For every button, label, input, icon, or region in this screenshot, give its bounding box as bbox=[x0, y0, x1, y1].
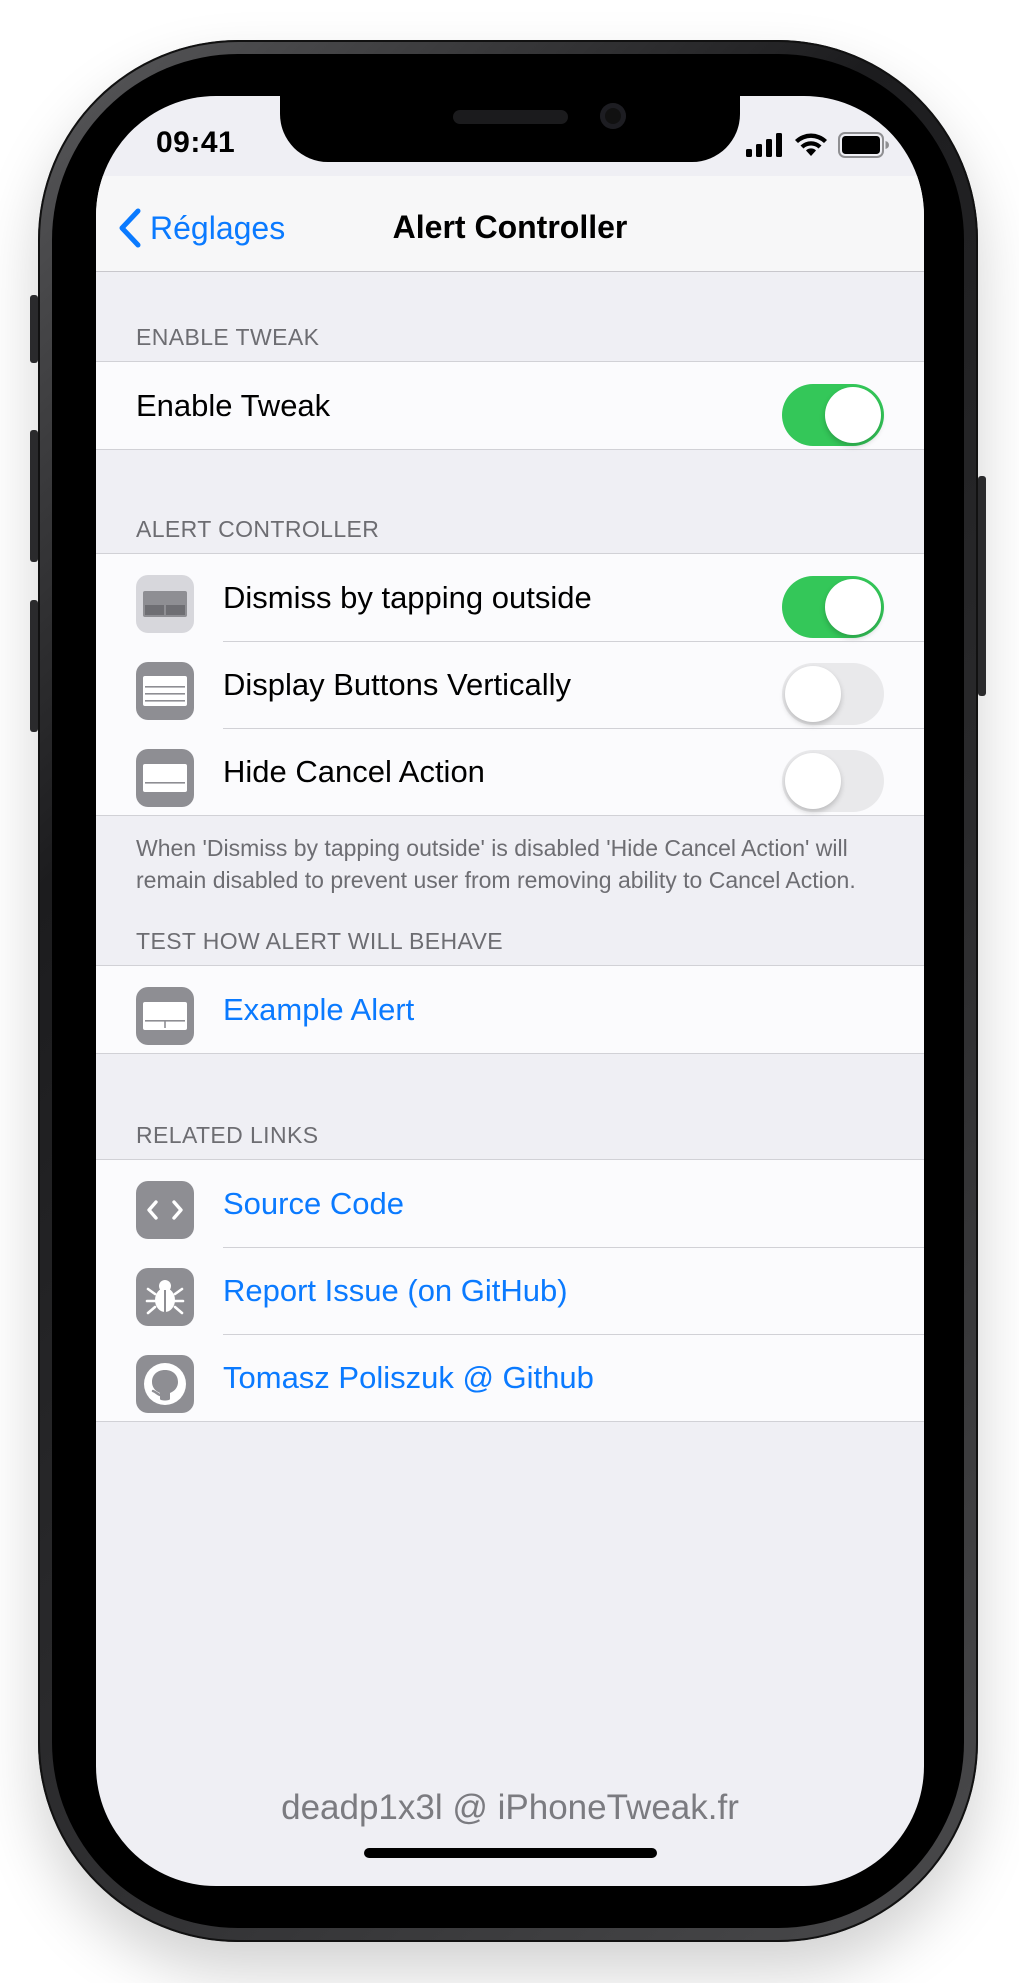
section-footer-note: When 'Dismiss by tapping outside' is dis… bbox=[136, 835, 856, 893]
github-icon bbox=[136, 1355, 194, 1413]
row-example-alert[interactable]: Example Alert bbox=[96, 966, 924, 1053]
row-hide-cancel-action: Hide Cancel Action bbox=[96, 728, 924, 815]
code-glyph bbox=[147, 1200, 183, 1220]
row-label: Example Alert bbox=[223, 991, 415, 1027]
cellular-signal-icon bbox=[746, 133, 782, 157]
wifi-icon bbox=[795, 133, 827, 156]
alert-hide-cancel-glyph bbox=[143, 764, 187, 792]
row-separator bbox=[223, 1334, 924, 1421]
page-title: Alert Controller bbox=[392, 209, 628, 245]
alert-vertical-buttons-icon bbox=[136, 662, 194, 720]
front-camera bbox=[600, 103, 626, 129]
row-report-issue[interactable]: Report Issue (on GitHub) bbox=[96, 1247, 924, 1334]
home-indicator[interactable] bbox=[364, 1848, 657, 1858]
status-icons bbox=[746, 132, 890, 158]
row-enable-tweak: Enable Tweak bbox=[96, 362, 924, 449]
bug-glyph bbox=[145, 1280, 185, 1315]
row-display-buttons-vertically: Display Buttons Vertically bbox=[96, 641, 924, 728]
hide-cancel-action-toggle[interactable] bbox=[782, 750, 884, 812]
code-icon bbox=[136, 1181, 194, 1239]
group-alert-controller: Dismiss by tapping outside Display Butto… bbox=[96, 553, 924, 816]
volume-up-button bbox=[30, 430, 38, 562]
toggle-knob bbox=[785, 666, 841, 722]
section-header-enable-tweak: ENABLE TWEAK bbox=[136, 324, 320, 350]
row-label: Dismiss by tapping outside bbox=[223, 579, 592, 615]
group-related-links: Source Code Report Issue (on GitHub) Tom… bbox=[96, 1159, 924, 1422]
display-buttons-vertically-toggle[interactable] bbox=[782, 663, 884, 725]
row-source-code[interactable]: Source Code bbox=[96, 1160, 924, 1247]
bug-icon bbox=[136, 1268, 194, 1326]
group-enable-tweak: Enable Tweak bbox=[96, 361, 924, 450]
screen: 09:41 Réglages Alert Controller ENABLE T… bbox=[96, 96, 924, 1886]
alert-dismiss-icon bbox=[136, 575, 194, 633]
alert-example-glyph bbox=[143, 1002, 187, 1030]
dismiss-tapping-outside-toggle[interactable] bbox=[782, 576, 884, 638]
alert-dismiss-glyph bbox=[143, 591, 187, 617]
group-test: Example Alert bbox=[96, 965, 924, 1054]
battery-icon bbox=[838, 132, 889, 158]
github-glyph bbox=[144, 1363, 186, 1405]
toggle-knob bbox=[785, 753, 841, 809]
navigation-bar: Réglages Alert Controller bbox=[96, 176, 924, 272]
alert-hide-cancel-icon bbox=[136, 749, 194, 807]
row-separator bbox=[223, 1247, 924, 1334]
credit-text: deadp1x3l @ iPhoneTweak.fr bbox=[281, 1788, 739, 1827]
settings-content: ENABLE TWEAK Enable Tweak ALERT CONTROLL… bbox=[96, 272, 924, 1422]
section-header-test: TEST HOW ALERT WILL BEHAVE bbox=[136, 928, 504, 954]
alert-example-icon bbox=[136, 987, 194, 1045]
alert-vertical-glyph bbox=[143, 676, 187, 706]
row-dismiss-tapping-outside: Dismiss by tapping outside bbox=[96, 554, 924, 641]
status-time: 09:41 bbox=[156, 126, 236, 159]
row-github-profile[interactable]: Tomasz Poliszuk @ Github bbox=[96, 1334, 924, 1421]
row-label: Enable Tweak bbox=[136, 387, 331, 423]
notch bbox=[280, 96, 740, 162]
toggle-knob bbox=[825, 387, 881, 443]
section-header-related-links: RELATED LINKS bbox=[136, 1122, 319, 1148]
toggle-knob bbox=[825, 579, 881, 635]
section-header-alert-controller: ALERT CONTROLLER bbox=[136, 516, 380, 542]
power-button bbox=[978, 476, 986, 696]
volume-down-button bbox=[30, 600, 38, 732]
row-label: Source Code bbox=[223, 1185, 404, 1221]
enable-tweak-toggle[interactable] bbox=[782, 384, 884, 446]
mute-switch bbox=[30, 295, 38, 363]
speaker bbox=[453, 110, 568, 124]
